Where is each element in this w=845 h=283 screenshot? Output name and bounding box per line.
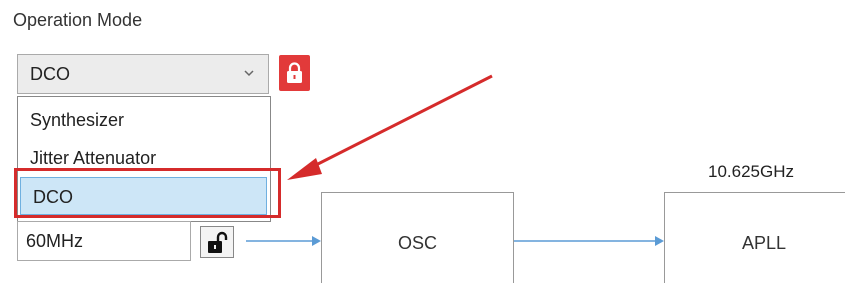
apll-block[interactable]: APLL: [664, 192, 845, 283]
unlock-button[interactable]: [200, 226, 234, 258]
lock-button[interactable]: [279, 55, 310, 91]
chevron-down-icon: [244, 70, 254, 77]
operation-mode-selected-value: DCO: [30, 64, 70, 84]
red-pointer-arrow: [287, 74, 493, 180]
dco-highlight-box: [14, 168, 281, 218]
operation-mode-label: Operation Mode: [13, 10, 143, 30]
unlock-icon: [208, 231, 228, 253]
osc-label: OSC: [397, 233, 437, 253]
apll-frequency-label: 10.625GHz: [708, 162, 794, 181]
operation-mode-select[interactable]: DCO: [17, 54, 269, 94]
lock-icon: [287, 62, 302, 83]
option-synthesizer[interactable]: Synthesizer: [18, 101, 270, 139]
connector-arrow-to-osc: [246, 236, 321, 246]
frequency-input[interactable]: 60MHz: [17, 221, 191, 261]
operation-mode-panel: Operation Mode DCO Synthesizer Jitter At…: [0, 0, 845, 283]
osc-block[interactable]: OSC: [321, 192, 514, 283]
connector-arrow-to-apll: [514, 236, 664, 246]
apll-label: APLL: [741, 233, 787, 253]
